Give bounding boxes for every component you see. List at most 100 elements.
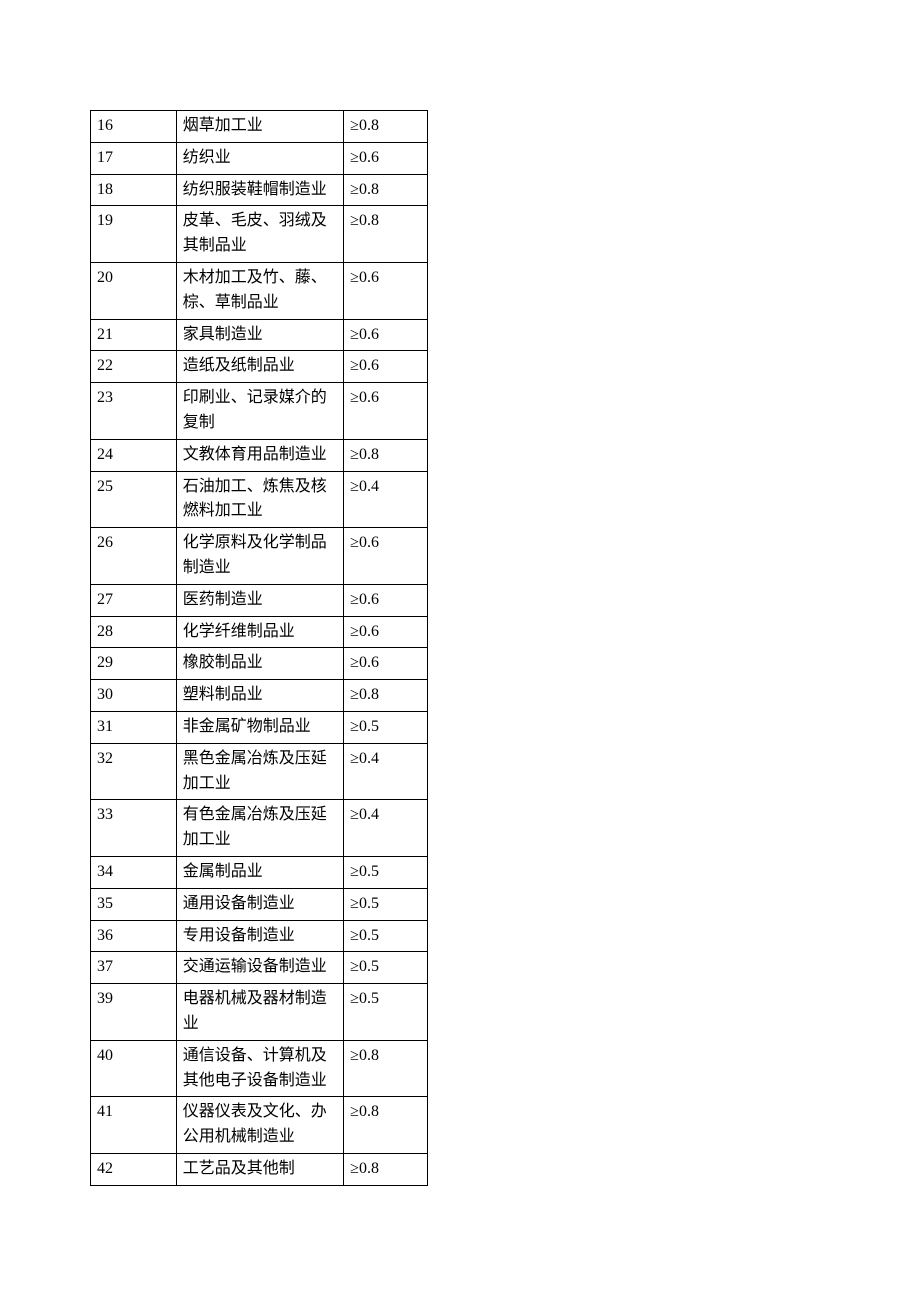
threshold-value: ≥0.4 [344,471,428,528]
industry-name: 黑色金属冶炼及压延加工业 [176,743,343,800]
threshold-value: ≥0.8 [344,1153,428,1185]
row-id: 39 [91,984,177,1041]
industry-name: 医药制造业 [176,584,343,616]
row-id: 33 [91,800,177,857]
industry-name: 专用设备制造业 [176,920,343,952]
threshold-value: ≥0.8 [344,111,428,143]
threshold-value: ≥0.8 [344,439,428,471]
threshold-value: ≥0.8 [344,174,428,206]
threshold-value: ≥0.4 [344,800,428,857]
table-row: 39电器机械及器材制造业≥0.5 [91,984,428,1041]
table-row: 40通信设备、计算机及其他电子设备制造业≥0.8 [91,1040,428,1097]
table-row: 35通用设备制造业≥0.5 [91,888,428,920]
table-row: 37交通运输设备制造业≥0.5 [91,952,428,984]
threshold-value: ≥0.5 [344,888,428,920]
industry-name: 文教体育用品制造业 [176,439,343,471]
table-row: 42工艺品及其他制≥0.8 [91,1153,428,1185]
row-id: 22 [91,351,177,383]
threshold-value: ≥0.8 [344,1040,428,1097]
threshold-value: ≥0.6 [344,383,428,440]
industry-name: 电器机械及器材制造业 [176,984,343,1041]
table-row: 36专用设备制造业≥0.5 [91,920,428,952]
table-row: 25石油加工、炼焦及核燃料加工业≥0.4 [91,471,428,528]
row-id: 34 [91,856,177,888]
table-row: 28化学纤维制品业≥0.6 [91,616,428,648]
industry-name: 造纸及纸制品业 [176,351,343,383]
threshold-value: ≥0.6 [344,351,428,383]
table-row: 27医药制造业≥0.6 [91,584,428,616]
industry-name: 交通运输设备制造业 [176,952,343,984]
industry-name: 有色金属冶炼及压延加工业 [176,800,343,857]
industry-name: 化学纤维制品业 [176,616,343,648]
industry-name: 皮革、毛皮、羽绒及其制品业 [176,206,343,263]
row-id: 29 [91,648,177,680]
table-row: 30塑料制品业≥0.8 [91,680,428,712]
industry-name: 纺织业 [176,142,343,174]
table-row: 16烟草加工业≥0.8 [91,111,428,143]
row-id: 42 [91,1153,177,1185]
table-row: 31非金属矿物制品业≥0.5 [91,711,428,743]
row-id: 37 [91,952,177,984]
industry-name: 通用设备制造业 [176,888,343,920]
row-id: 41 [91,1097,177,1154]
table-row: 20木材加工及竹、藤、棕、草制品业≥0.6 [91,262,428,319]
row-id: 40 [91,1040,177,1097]
threshold-value: ≥0.8 [344,680,428,712]
table-row: 17纺织业≥0.6 [91,142,428,174]
industry-name: 纺织服装鞋帽制造业 [176,174,343,206]
threshold-value: ≥0.6 [344,142,428,174]
threshold-value: ≥0.6 [344,616,428,648]
industry-name: 通信设备、计算机及其他电子设备制造业 [176,1040,343,1097]
industry-name: 仪器仪表及文化、办公用机械制造业 [176,1097,343,1154]
industry-name: 烟草加工业 [176,111,343,143]
row-id: 26 [91,528,177,585]
table-row: 41仪器仪表及文化、办公用机械制造业≥0.8 [91,1097,428,1154]
industry-name: 木材加工及竹、藤、棕、草制品业 [176,262,343,319]
row-id: 18 [91,174,177,206]
threshold-value: ≥0.6 [344,528,428,585]
row-id: 16 [91,111,177,143]
threshold-value: ≥0.6 [344,319,428,351]
threshold-value: ≥0.5 [344,856,428,888]
threshold-value: ≥0.5 [344,952,428,984]
row-id: 30 [91,680,177,712]
threshold-value: ≥0.6 [344,262,428,319]
row-id: 25 [91,471,177,528]
table-row: 29橡胶制品业≥0.6 [91,648,428,680]
industry-name: 石油加工、炼焦及核燃料加工业 [176,471,343,528]
table-row: 33有色金属冶炼及压延加工业≥0.4 [91,800,428,857]
table-row: 34金属制品业≥0.5 [91,856,428,888]
table-row: 24文教体育用品制造业≥0.8 [91,439,428,471]
threshold-value: ≥0.5 [344,984,428,1041]
row-id: 31 [91,711,177,743]
row-id: 19 [91,206,177,263]
row-id: 32 [91,743,177,800]
row-id: 27 [91,584,177,616]
industry-name: 印刷业、记录媒介的复制 [176,383,343,440]
row-id: 20 [91,262,177,319]
industry-table: 16烟草加工业≥0.817纺织业≥0.618纺织服装鞋帽制造业≥0.819皮革、… [90,110,428,1186]
threshold-value: ≥0.6 [344,648,428,680]
threshold-value: ≥0.5 [344,711,428,743]
industry-name: 工艺品及其他制 [176,1153,343,1185]
row-id: 28 [91,616,177,648]
row-id: 36 [91,920,177,952]
table-row: 19皮革、毛皮、羽绒及其制品业≥0.8 [91,206,428,263]
row-id: 24 [91,439,177,471]
industry-name: 非金属矿物制品业 [176,711,343,743]
threshold-value: ≥0.8 [344,206,428,263]
threshold-value: ≥0.5 [344,920,428,952]
row-id: 35 [91,888,177,920]
table-row: 23印刷业、记录媒介的复制≥0.6 [91,383,428,440]
table-row: 32黑色金属冶炼及压延加工业≥0.4 [91,743,428,800]
industry-name: 橡胶制品业 [176,648,343,680]
threshold-value: ≥0.6 [344,584,428,616]
row-id: 23 [91,383,177,440]
industry-name: 金属制品业 [176,856,343,888]
table-row: 21家具制造业≥0.6 [91,319,428,351]
threshold-value: ≥0.4 [344,743,428,800]
table-row: 22造纸及纸制品业≥0.6 [91,351,428,383]
industry-name: 塑料制品业 [176,680,343,712]
row-id: 21 [91,319,177,351]
table-row: 26化学原料及化学制品制造业≥0.6 [91,528,428,585]
